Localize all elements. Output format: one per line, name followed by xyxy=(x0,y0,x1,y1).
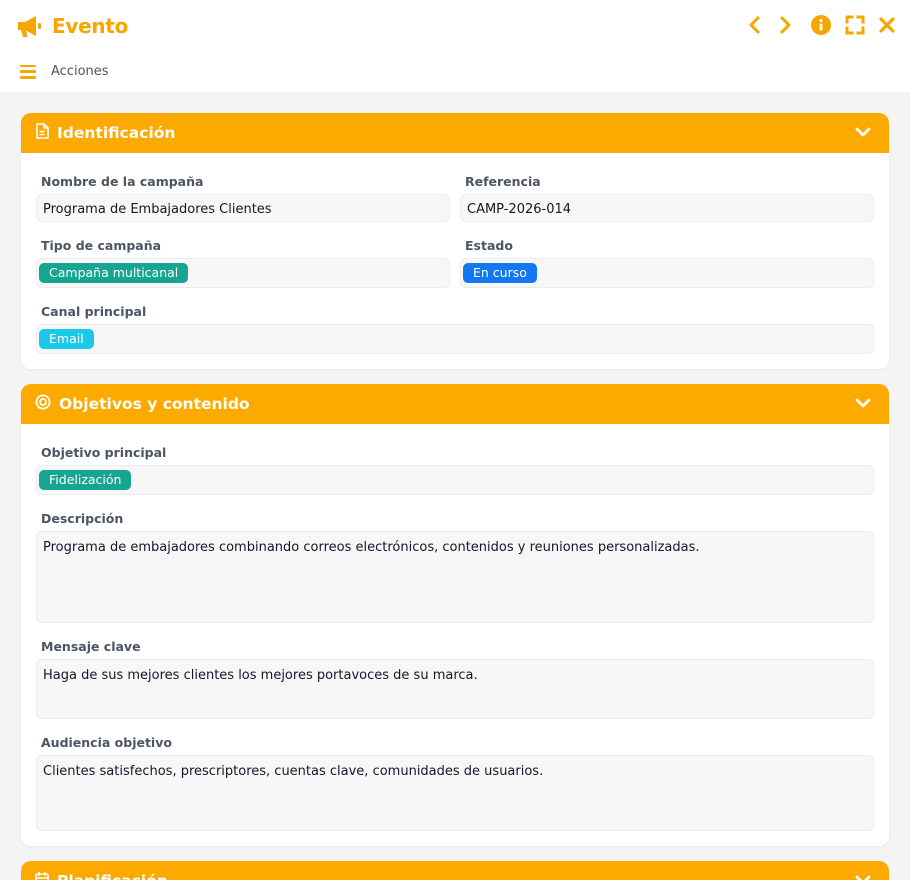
nombre-value: Programa de Embajadores Clientes xyxy=(43,202,272,217)
referencia-label: Referencia xyxy=(465,174,541,189)
window-controls xyxy=(744,12,898,38)
title-row: Evento xyxy=(14,10,128,42)
chevron-down-icon[interactable] xyxy=(855,872,871,880)
descripcion-value: Programa de embajadores combinando corre… xyxy=(43,540,700,555)
estado-chip: En curso xyxy=(463,263,537,283)
panel-title: Identificación xyxy=(57,124,176,142)
chevron-left-icon[interactable] xyxy=(744,12,766,38)
panel-planificacion: Planificación xyxy=(21,861,889,880)
tipo-chip: Campaña multicanal xyxy=(39,263,189,283)
chevron-down-icon[interactable] xyxy=(855,395,871,415)
estado-field[interactable]: En curso xyxy=(460,258,874,288)
calendar-icon xyxy=(35,871,49,880)
panel-title: Objetivos y contenido xyxy=(59,395,250,413)
chevron-down-icon[interactable] xyxy=(855,124,871,144)
target-icon xyxy=(35,394,51,414)
nombre-label: Nombre de la campaña xyxy=(41,174,204,189)
window-title: Evento xyxy=(52,14,129,38)
actions-label[interactable]: Acciones xyxy=(51,64,109,79)
mensaje-label: Mensaje clave xyxy=(41,639,141,654)
panel-title: Planificación xyxy=(57,872,168,880)
panel-header-planificacion[interactable]: Planificación xyxy=(21,861,889,880)
event-window: Evento Acciones Identificación Nombre de… xyxy=(0,0,910,880)
descripcion-field[interactable]: Programa de embajadores combinando corre… xyxy=(36,531,874,623)
titlebar: Evento Acciones xyxy=(0,0,910,92)
chevron-right-icon[interactable] xyxy=(774,12,796,38)
info-icon[interactable] xyxy=(810,12,832,38)
objetivo-field[interactable]: Fidelización xyxy=(36,465,874,495)
referencia-field[interactable]: CAMP-2026-014 xyxy=(460,194,874,222)
tipo-field[interactable]: Campaña multicanal xyxy=(36,258,450,288)
canal-field[interactable]: Email xyxy=(36,324,874,354)
document-icon xyxy=(35,123,49,143)
megaphone-icon xyxy=(14,11,44,41)
objetivo-chip: Fidelización xyxy=(39,470,132,490)
tipo-label: Tipo de campaña xyxy=(41,238,162,253)
canal-label: Canal principal xyxy=(41,304,147,319)
descripcion-label: Descripción xyxy=(41,511,124,526)
audiencia-field[interactable]: Clientes satisfechos, prescriptores, cue… xyxy=(36,755,874,831)
panel-header-identificacion[interactable]: Identificación xyxy=(21,113,889,153)
audiencia-value: Clientes satisfechos, prescriptores, cue… xyxy=(43,764,544,779)
actions-menu[interactable]: Acciones xyxy=(20,64,109,79)
estado-label: Estado xyxy=(465,238,513,253)
referencia-value: CAMP-2026-014 xyxy=(467,202,572,217)
canal-chip: Email xyxy=(39,329,94,349)
panel-objetivos: Objetivos y contenido Objetivo principal… xyxy=(21,384,889,846)
hamburger-icon[interactable] xyxy=(20,64,36,79)
panel-header-objetivos[interactable]: Objetivos y contenido xyxy=(21,384,889,424)
audiencia-label: Audiencia objetivo xyxy=(41,735,172,750)
nombre-field[interactable]: Programa de Embajadores Clientes xyxy=(36,194,450,222)
close-icon[interactable] xyxy=(876,12,898,38)
fullscreen-icon[interactable] xyxy=(844,12,866,38)
mensaje-value: Haga de sus mejores clientes los mejores… xyxy=(43,668,478,683)
mensaje-field[interactable]: Haga de sus mejores clientes los mejores… xyxy=(36,659,874,719)
panel-identificacion: Identificación Nombre de la campaña Prog… xyxy=(21,113,889,369)
objetivo-label: Objetivo principal xyxy=(41,445,167,460)
